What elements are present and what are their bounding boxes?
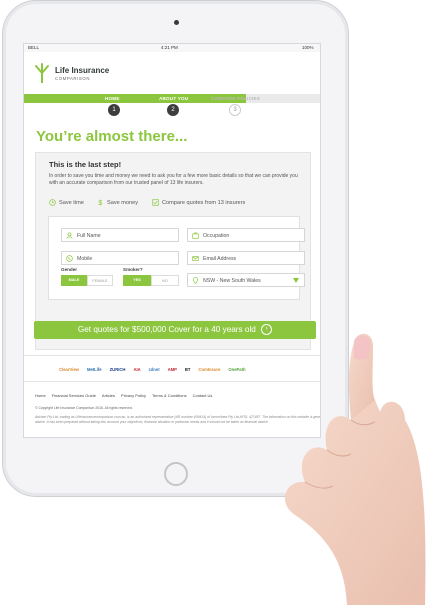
location-pin-icon [192, 277, 199, 284]
dropdown-arrow-icon [293, 278, 299, 283]
insurer-logo: BT [184, 366, 191, 372]
step-2-badge: 2 [167, 104, 179, 116]
footer-link-fsg[interactable]: Financial Services Guide [52, 393, 96, 398]
insurer-logos: ClearView MetLife ZURICH AIA zdnet AMP B… [59, 364, 246, 374]
dollar-icon: $ [98, 200, 102, 206]
step-compare-policies-label: COMPARE POLICIES [211, 96, 261, 101]
email-input[interactable]: Email Address [187, 251, 305, 265]
briefcase-icon [192, 232, 199, 239]
card-title: This is the last step! [49, 160, 122, 169]
gender-female-option[interactable]: FEMALE [87, 275, 113, 286]
step-home-label[interactable]: HOME [105, 96, 120, 101]
insurer-logo: AIA [133, 366, 141, 372]
battery-level: 100% [302, 45, 314, 50]
step-about-you-label[interactable]: ABOUT YOU [159, 96, 188, 101]
benefit-label: Save time [59, 199, 84, 206]
step-3-badge: 3 [229, 104, 241, 116]
site-header: Life Insurance COMPARISON [24, 52, 320, 94]
insurer-logo: zdnet [148, 366, 160, 372]
footer-link-terms[interactable]: Terms & Conditions [152, 393, 187, 398]
smoker-no-option[interactable]: NO [151, 275, 179, 286]
benefit-save-money: $ Save money [97, 199, 139, 207]
copyright-text: © Copyright Life Insurance Comparison 20… [35, 406, 133, 410]
clock: 4:21 PM [161, 45, 178, 50]
insurer-logo: ComInsure [198, 366, 221, 372]
home-button[interactable] [164, 462, 188, 486]
full-name-placeholder: Full Name [77, 233, 101, 239]
user-icon [66, 232, 73, 239]
footer-link-articles[interactable]: Articles [102, 393, 115, 398]
occupation-placeholder: Occupation [203, 233, 230, 239]
carrier-label: BELL [28, 45, 40, 50]
front-camera [174, 20, 179, 25]
email-placeholder: Email Address [203, 256, 237, 262]
card-description: In order to save you time and money we n… [49, 173, 298, 187]
smoker-yes-option[interactable]: YES [123, 275, 151, 286]
insurer-logo: AMP [167, 366, 177, 372]
insurer-logo: MetLife [86, 366, 102, 372]
gender-label: Gender [61, 267, 78, 272]
footer-link-contact[interactable]: Contact Us [193, 393, 213, 398]
svg-text:$: $ [98, 200, 102, 206]
envelope-icon [192, 256, 199, 261]
benefit-label: Compare quotes from 13 insurers [162, 199, 246, 206]
phone-icon [66, 255, 73, 262]
mobile-placeholder: Mobile [77, 256, 93, 262]
checklist-icon [152, 199, 159, 206]
brand-tagline: COMPARISON [55, 76, 91, 81]
page-headline: You’re almost there... [36, 128, 188, 145]
get-quotes-label: Get quotes for $500,000 Cover for a 40 y… [77, 325, 256, 334]
footer-nav: Home Financial Services Guide Articles P… [35, 393, 212, 398]
quote-form: Full Name Occupation Mobile Email Addres… [48, 216, 305, 300]
benefit-compare-quotes: Compare quotes from 13 insurers [152, 199, 245, 206]
insurer-logo: ClearView [59, 366, 79, 372]
state-selected-value: NSW - New South Wales [203, 278, 261, 284]
insurer-logo: OnePath [228, 366, 246, 372]
brand-tree-logo-icon[interactable] [34, 63, 50, 83]
full-name-input[interactable]: Full Name [61, 228, 179, 242]
footer-link-home[interactable]: Home [35, 393, 46, 398]
state-select[interactable]: NSW - New South Wales [187, 273, 305, 287]
benefit-label: Save money [107, 199, 139, 206]
occupation-input[interactable]: Occupation [187, 228, 305, 242]
brand-name[interactable]: Life Insurance [55, 66, 109, 75]
step-1-badge: 1 [108, 104, 120, 116]
progress-steps: HOME ABOUT YOU COMPARE POLICIES 1 2 3 [24, 94, 320, 118]
insurer-logo: ZURICH [109, 366, 126, 372]
holding-hand-illustration [284, 333, 426, 605]
smoker-label: Smoker? [123, 267, 143, 272]
footer-link-privacy[interactable]: Privacy Policy [121, 393, 146, 398]
benefit-save-time: Save time [49, 199, 84, 206]
mobile-input[interactable]: Mobile [61, 251, 179, 265]
clock-icon [49, 199, 56, 206]
gender-male-option[interactable]: MALE [61, 275, 87, 286]
status-bar: BELL 4:21 PM 100% [24, 44, 320, 52]
